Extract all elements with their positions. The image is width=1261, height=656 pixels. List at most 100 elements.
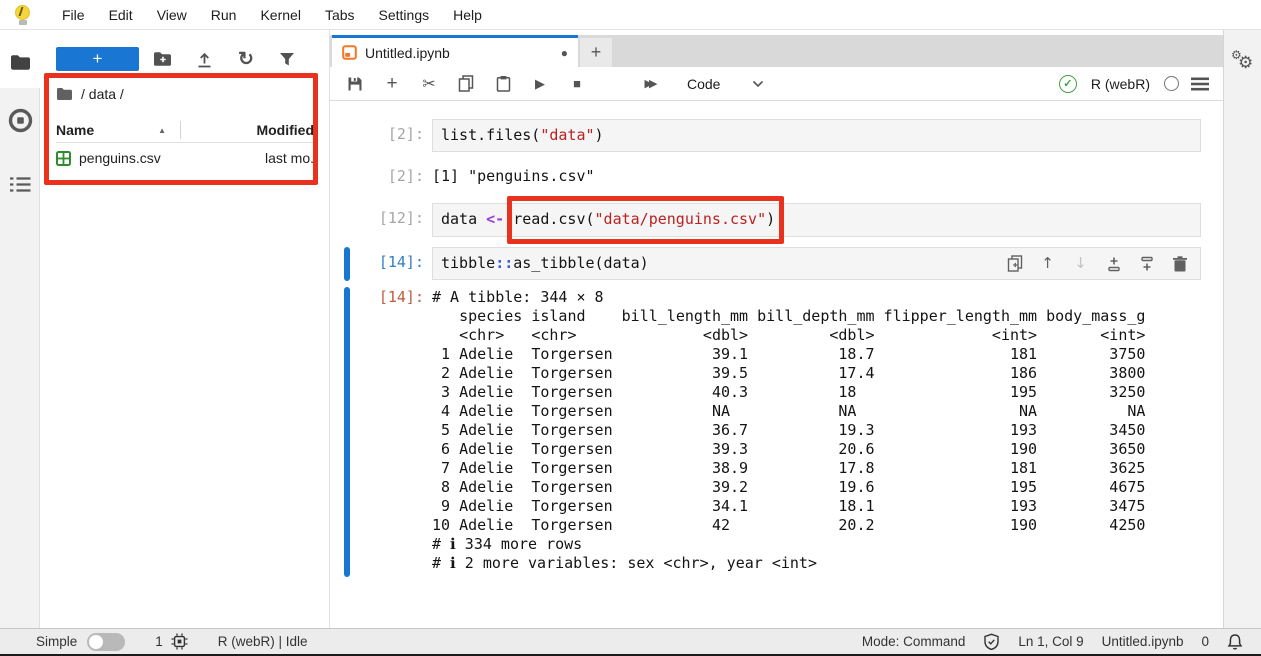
sort-ascending-icon: ▲ bbox=[158, 126, 166, 135]
menu-help[interactable]: Help bbox=[453, 7, 482, 23]
paste-icon bbox=[496, 75, 511, 92]
chip-icon bbox=[171, 633, 188, 650]
file-browser-toolbar: + ↻ bbox=[40, 45, 330, 73]
insert-cell-below-button[interactable] bbox=[1138, 255, 1155, 272]
insert-below-icon bbox=[1139, 256, 1155, 272]
list-icon bbox=[9, 175, 32, 194]
cursor-position-indicator[interactable]: Ln 1, Col 9 bbox=[1018, 634, 1083, 649]
notification-count[interactable]: 0 bbox=[1201, 634, 1209, 649]
tab-title: Untitled.ipynb bbox=[365, 45, 450, 61]
run-cell-button[interactable]: ▶ bbox=[531, 75, 549, 93]
save-icon bbox=[347, 76, 363, 92]
menu-file[interactable]: File bbox=[62, 7, 85, 23]
gear-icon: ⚙ bbox=[1238, 53, 1253, 73]
toolbar-menu-button[interactable] bbox=[1191, 77, 1209, 91]
kernel-status-icon bbox=[1164, 76, 1179, 91]
bell-icon[interactable] bbox=[1227, 633, 1243, 651]
notebook-icon bbox=[342, 45, 357, 60]
new-folder-button[interactable] bbox=[149, 47, 175, 71]
restart-run-all-button[interactable]: ▶▶ bbox=[642, 75, 660, 93]
kernel-sessions-item[interactable]: 1 bbox=[155, 633, 188, 650]
tibble-output: # A tibble: 344 × 8 species island bill_… bbox=[432, 288, 1145, 573]
app-logo-icon bbox=[14, 4, 32, 26]
copy-cells-button[interactable] bbox=[457, 75, 475, 93]
dirty-indicator-icon[interactable]: ● bbox=[561, 46, 568, 60]
status-left-group: Simple bbox=[36, 633, 125, 651]
tab-bar: Untitled.ipynb ● + bbox=[330, 35, 1223, 67]
insert-above-icon bbox=[1106, 256, 1122, 272]
sidebar-tab-file-browser[interactable] bbox=[0, 44, 40, 80]
refresh-button[interactable]: ↻ bbox=[233, 47, 259, 71]
column-header-name[interactable]: Name bbox=[56, 122, 94, 138]
output-collapser[interactable] bbox=[344, 287, 350, 577]
file-name: penguins.csv bbox=[79, 150, 161, 166]
trusted-shield-icon[interactable] bbox=[983, 633, 1000, 651]
breadcrumb[interactable]: / data / bbox=[56, 82, 124, 106]
file-modified: last mo. bbox=[265, 150, 314, 166]
move-cell-up-button[interactable]: ↑ bbox=[1039, 255, 1056, 272]
duplicate-cell-button[interactable] bbox=[1006, 255, 1023, 272]
cell-input-prompt-active: [14]: bbox=[330, 253, 424, 272]
filter-icon bbox=[279, 52, 295, 67]
property-inspector-tab[interactable]: ⚙ ⚙ bbox=[1231, 50, 1257, 76]
kernel-session-count: 1 bbox=[155, 634, 163, 649]
file-browser-panel: + ↻ bbox=[40, 30, 330, 628]
cut-cells-button[interactable]: ✂ bbox=[420, 75, 438, 93]
breadcrumb-path[interactable]: / data / bbox=[81, 86, 124, 102]
sidebar-tab-running-kernels[interactable] bbox=[0, 102, 40, 138]
filter-button[interactable] bbox=[274, 47, 300, 71]
file-row[interactable]: penguins.csv last mo. bbox=[56, 146, 314, 170]
duplicate-icon bbox=[1007, 255, 1023, 272]
move-cell-down-button[interactable]: ↓ bbox=[1072, 255, 1089, 272]
right-sidebar: ⚙ ⚙ bbox=[1223, 30, 1261, 628]
code-cell-input[interactable]: data <- read.csv("data/penguins.csv") bbox=[432, 203, 1201, 237]
new-folder-icon bbox=[153, 51, 172, 67]
menu-kernel[interactable]: Kernel bbox=[260, 7, 300, 23]
status-bar: Simple 1 R (webR) | Idle Mode: Command L… bbox=[0, 628, 1261, 654]
sidebar-tab-table-of-contents[interactable] bbox=[0, 166, 40, 202]
column-header-modified[interactable]: Modified bbox=[256, 122, 314, 138]
trash-icon bbox=[1173, 256, 1187, 272]
command-mode-indicator[interactable]: Mode: Command bbox=[862, 634, 966, 649]
interrupt-kernel-button[interactable]: ■ bbox=[568, 75, 586, 93]
active-file-name: Untitled.ipynb bbox=[1102, 634, 1184, 649]
cell-type-dropdown[interactable]: Code bbox=[687, 76, 764, 92]
activity-bar bbox=[0, 30, 40, 628]
menu-tabs[interactable]: Tabs bbox=[325, 7, 355, 23]
new-tab-button[interactable]: + bbox=[580, 38, 612, 67]
folder-icon bbox=[10, 54, 31, 71]
tab-untitled-ipynb[interactable]: Untitled.ipynb ● bbox=[332, 35, 578, 67]
csv-file-icon bbox=[56, 151, 71, 166]
restart-kernel-button[interactable] bbox=[605, 75, 623, 93]
cell-type-value: Code bbox=[687, 76, 720, 92]
paste-cells-button[interactable] bbox=[494, 75, 512, 93]
add-cell-button[interactable]: + bbox=[383, 75, 401, 93]
delete-cell-button[interactable] bbox=[1171, 255, 1188, 272]
simple-mode-toggle[interactable] bbox=[87, 633, 125, 651]
cell-output-prompt-active: [14]: bbox=[330, 288, 424, 307]
insert-cell-above-button[interactable] bbox=[1105, 255, 1122, 272]
upload-button[interactable] bbox=[191, 47, 217, 71]
kernel-status-item[interactable]: R (webR) | Idle bbox=[218, 634, 308, 649]
menu-edit[interactable]: Edit bbox=[109, 7, 133, 23]
copy-icon bbox=[458, 75, 474, 92]
save-button[interactable] bbox=[346, 75, 364, 93]
status-right-group: Mode: Command Ln 1, Col 9 Untitled.ipynb… bbox=[862, 633, 1243, 651]
new-launcher-button[interactable]: + bbox=[56, 47, 139, 71]
notebook-dock-panel: Untitled.ipynb ● + + ✂ bbox=[330, 30, 1223, 628]
toggle-knob bbox=[89, 635, 103, 649]
kernel-name-button[interactable]: R (webR) bbox=[1091, 76, 1150, 92]
saved-check-icon: ✓ bbox=[1059, 75, 1077, 93]
lightbulb-base bbox=[19, 20, 27, 25]
notebook-toolbar: + ✂ ▶ ■ ▶▶ Code bbox=[330, 67, 1223, 101]
code-cell-input[interactable]: list.files("data") bbox=[432, 119, 1201, 152]
breadcrumb-folder-icon bbox=[56, 87, 73, 101]
menu-settings[interactable]: Settings bbox=[379, 7, 430, 23]
menu-view[interactable]: View bbox=[157, 7, 187, 23]
toolbar-right-group: ✓ R (webR) bbox=[1059, 75, 1209, 93]
code-cell-input-active[interactable]: tibble::as_tibble(data) ↑ ↓ bbox=[432, 247, 1201, 280]
menu-bar: File Edit View Run Kernel Tabs Settings … bbox=[0, 0, 1261, 30]
jupyterlab-window: File Edit View Run Kernel Tabs Settings … bbox=[0, 0, 1261, 656]
column-divider bbox=[180, 121, 181, 139]
menu-run[interactable]: Run bbox=[211, 7, 237, 23]
